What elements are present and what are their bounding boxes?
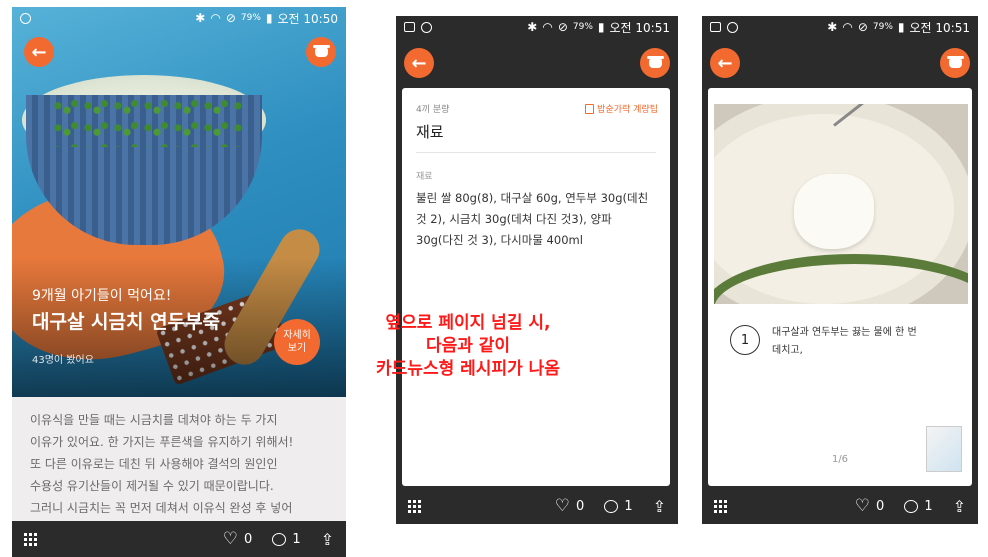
ingredients-label: 재료 — [416, 172, 433, 182]
pot-button[interactable] — [306, 37, 336, 67]
clock: 오전 10:51 — [609, 20, 670, 35]
recipe-description: 이유식을 만들 때는 시금치를 데쳐야 하는 두 가지 이유가 있어요. 한 가… — [12, 397, 346, 521]
phone-ingredients-card: ✱ ◠ ⊘ 79% ▮ 오전 10:51 ← 4끼 분량 밥숟가락 계량팁 재료… — [396, 16, 678, 524]
ingredients-card: 4끼 분량 밥숟가락 계량팁 재료 재료 불린 쌀 80g(8), 대구살 60… — [402, 88, 670, 486]
comment-icon[interactable] — [904, 499, 919, 513]
recipe-title: 대구살 시금치 연두부죽 — [32, 311, 221, 333]
notification-icon — [20, 12, 31, 24]
annotation-caption: 옆으로 페이지 넘길 시, 다음과 같이 카드뉴스형 레시피가 나옴 — [348, 312, 588, 381]
view-count: 43명이 봤어요 — [32, 355, 94, 366]
phone-step-card: ✱ ◠ ⊘ 79% ▮ 오전 10:51 ← 1 대구살과 연두부는 끓는 물에… — [702, 16, 978, 524]
share-icon[interactable]: ⇪ — [653, 497, 666, 516]
clock: 오전 10:51 — [909, 20, 970, 35]
dnd-icon: ⊘ — [557, 20, 568, 34]
share-icon[interactable]: ⇪ — [321, 530, 334, 549]
menu-grid-icon[interactable] — [714, 499, 727, 513]
dnd-icon: ⊘ — [225, 11, 236, 25]
step-text: 대구살과 연두부는 끓는 물에 한 번 데치고, — [772, 324, 952, 360]
battery-icon: ▮ — [897, 20, 905, 34]
like-count: 0 — [576, 498, 585, 514]
back-button[interactable]: ← — [24, 37, 54, 67]
notification-icon — [421, 21, 432, 33]
bluetooth-icon: ✱ — [827, 20, 838, 34]
description-line: 이유식을 만들 때는 시금치를 데쳐야 하는 두 가지 — [30, 413, 278, 427]
dnd-icon: ⊘ — [857, 20, 868, 34]
share-icon[interactable]: ⇪ — [953, 497, 966, 516]
bottom-bar: ♡ 0 1 ⇪ — [12, 521, 346, 557]
ingredient-line: 것 2), 시금치 30g(데쳐 다진 것3), 양파 — [416, 212, 612, 226]
back-arrow-icon: ← — [717, 52, 733, 74]
description-line: 수용성 유기산들이 제거될 수 있기 때문이랍니다. — [30, 479, 274, 493]
bottom-bar: ♡ 0 1 ⇪ — [396, 488, 678, 524]
document-icon — [585, 103, 595, 114]
ingredients-list: 불린 쌀 80g(8), 대구살 60g, 연두부 30g(데친 것 2), 시… — [416, 188, 656, 251]
comment-count: 1 — [292, 531, 301, 547]
battery-level: 79% — [572, 22, 593, 32]
gallery-icon — [710, 22, 721, 32]
heart-icon[interactable]: ♡ — [855, 496, 870, 516]
step-photo — [714, 104, 968, 304]
menu-grid-icon[interactable] — [24, 532, 37, 546]
pot-icon — [646, 55, 664, 68]
gallery-icon — [404, 22, 415, 32]
back-button[interactable]: ← — [404, 48, 434, 78]
pot-button[interactable] — [940, 48, 970, 78]
like-count: 0 — [244, 531, 253, 547]
back-arrow-icon: ← — [31, 41, 47, 63]
pot-button[interactable] — [640, 48, 670, 78]
back-button[interactable]: ← — [710, 48, 740, 78]
status-bar: ✱ ◠ ⊘ 79% ▮ 오전 10:50 — [12, 7, 346, 29]
battery-icon: ▮ — [597, 20, 605, 34]
like-count: 0 — [876, 498, 885, 514]
annotation-line: 다음과 같이 — [425, 336, 511, 356]
notification-icon — [727, 21, 738, 33]
pot-icon — [946, 55, 964, 68]
ingredients-heading: 재료 — [416, 121, 656, 153]
wifi-icon: ◠ — [542, 20, 553, 34]
step-number: 1 — [730, 325, 760, 355]
heart-icon[interactable]: ♡ — [223, 529, 238, 549]
bottom-bar: ♡ 0 1 ⇪ — [702, 488, 978, 524]
wifi-icon: ◠ — [842, 20, 853, 34]
detail-button-line1: 자세히 — [283, 330, 311, 341]
detail-view-button[interactable]: 자세히 보기 — [274, 319, 320, 365]
annotation-line: 옆으로 페이지 넘길 시, — [385, 313, 551, 333]
ingredient-line: 불린 쌀 80g(8), 대구살 60g, 연두부 30g(데친 — [416, 191, 649, 205]
measure-tip-link[interactable]: 밥숟가락 계량팁 — [585, 102, 658, 115]
book-thumbnail[interactable] — [926, 426, 962, 472]
battery-level: 79% — [872, 22, 893, 32]
description-line: 또 다른 이유로는 데친 뒤 사용해야 결석의 원인인 — [30, 457, 278, 471]
description-line: 이유가 있어요. 한 가지는 푸른색을 유지하기 위해서! — [30, 435, 294, 449]
back-arrow-icon: ← — [411, 52, 427, 74]
battery-level: 79% — [240, 13, 261, 23]
ingredient-line: 30g(다진 것 3), 다시마물 400ml — [416, 233, 583, 247]
comment-icon[interactable] — [272, 532, 287, 546]
status-bar: ✱ ◠ ⊘ 79% ▮ 오전 10:51 — [702, 16, 978, 38]
measure-tip-label: 밥숟가락 계량팁 — [597, 105, 658, 115]
clock: 오전 10:50 — [277, 11, 338, 26]
step-text-line: 대구살과 연두부는 끓는 물에 한 번 — [772, 327, 917, 338]
comment-count: 1 — [924, 498, 933, 514]
comment-count: 1 — [624, 498, 633, 514]
heart-icon[interactable]: ♡ — [555, 496, 570, 516]
comment-icon[interactable] — [604, 499, 619, 513]
description-line: 그러니 시금치는 꼭 먼저 데쳐서 이유식 완성 후 넣어 — [30, 501, 293, 515]
recipe-hero-image: 9개월 아기들이 먹어요! 대구살 시금치 연두부죽 43명이 봤어요 자세히 … — [12, 7, 346, 397]
bluetooth-icon: ✱ — [195, 11, 206, 25]
pot-icon — [312, 44, 330, 57]
status-bar: ✱ ◠ ⊘ 79% ▮ 오전 10:51 — [396, 16, 678, 38]
wifi-icon: ◠ — [210, 11, 221, 25]
recipe-subtitle: 9개월 아기들이 먹어요! — [32, 288, 172, 304]
menu-grid-icon[interactable] — [408, 499, 421, 513]
detail-button-line2: 보기 — [287, 343, 307, 354]
bluetooth-icon: ✱ — [527, 20, 538, 34]
battery-icon: ▮ — [265, 11, 273, 25]
step-card: 1 대구살과 연두부는 끓는 물에 한 번 데치고, 1/6 — [708, 88, 972, 486]
step-text-line: 데치고, — [772, 345, 803, 356]
annotation-line: 카드뉴스형 레시피가 나옴 — [376, 359, 560, 379]
phone-recipe-cover: 9개월 아기들이 먹어요! 대구살 시금치 연두부죽 43명이 봤어요 자세히 … — [12, 7, 346, 557]
